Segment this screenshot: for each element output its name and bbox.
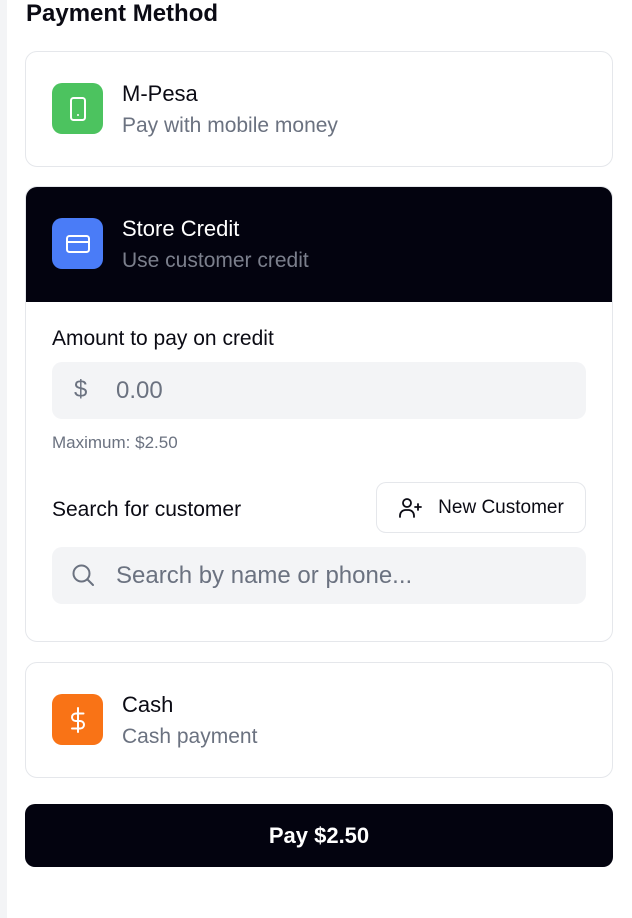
amount-input[interactable] <box>116 362 566 419</box>
amount-input-wrapper: $ <box>52 362 586 419</box>
credit-card-icon <box>52 218 103 269</box>
dollar-icon: $ <box>74 376 88 403</box>
method-title: Cash <box>122 692 174 717</box>
user-plus-icon <box>398 496 424 520</box>
method-subtitle: Pay with mobile money <box>122 114 338 137</box>
search-icon <box>70 562 96 593</box>
payment-method-cash[interactable]: Cash Cash payment <box>25 662 613 778</box>
customer-search-input[interactable] <box>116 547 566 604</box>
method-title: M-Pesa <box>122 81 198 106</box>
left-edge-divider <box>0 0 7 918</box>
dollar-icon <box>52 694 103 745</box>
new-customer-button[interactable]: New Customer <box>376 482 586 533</box>
method-subtitle: Use customer credit <box>122 249 309 272</box>
payment-method-store-credit[interactable]: Store Credit Use customer credit Amount … <box>25 186 613 642</box>
new-customer-label: New Customer <box>438 496 564 518</box>
search-customer-label: Search for customer <box>52 498 242 521</box>
customer-search-wrapper <box>52 547 586 604</box>
method-subtitle: Cash payment <box>122 725 258 748</box>
method-title: Store Credit <box>122 216 240 241</box>
maximum-hint: Maximum: $2.50 <box>52 433 178 452</box>
payment-method-mpesa[interactable]: M-Pesa Pay with mobile money <box>25 51 613 167</box>
credit-form: Amount to pay on credit $ Maximum: $2.50… <box>26 302 612 641</box>
store-credit-header[interactable]: Store Credit Use customer credit <box>26 187 612 302</box>
pay-button[interactable]: Pay $2.50 <box>25 804 613 867</box>
mobile-phone-icon <box>52 83 103 134</box>
page-title: Payment Method <box>26 0 219 27</box>
amount-label: Amount to pay on credit <box>52 327 274 350</box>
